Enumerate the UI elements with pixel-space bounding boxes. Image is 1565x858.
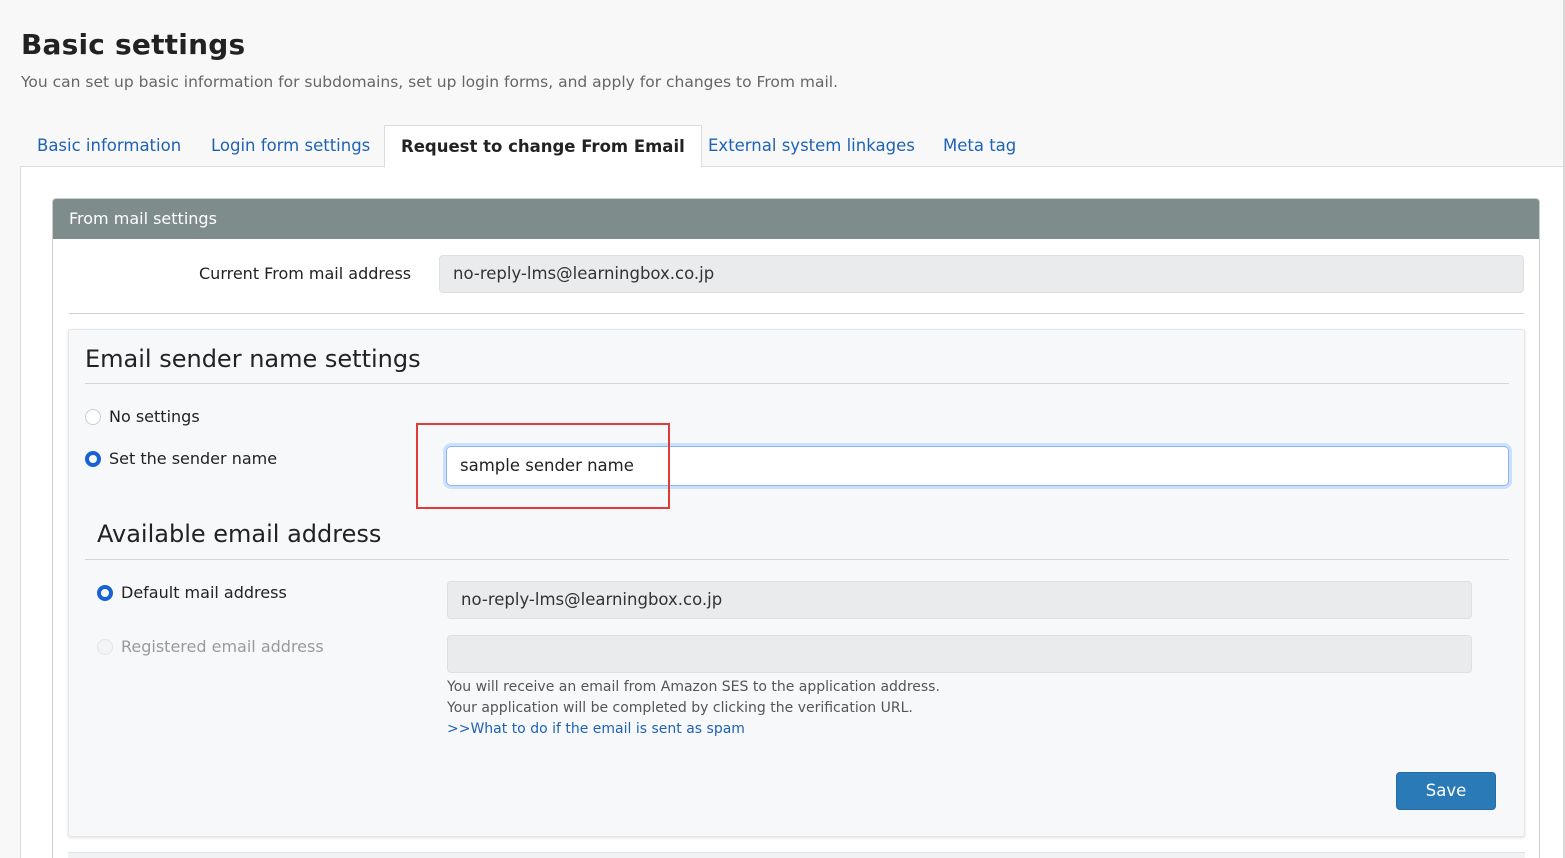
radio-label-no-settings: No settings bbox=[109, 407, 200, 426]
radio-set-sender-name[interactable]: Set the sender name bbox=[85, 449, 277, 468]
radio-button-checked[interactable] bbox=[85, 450, 101, 467]
available-address-section-title: Available email address bbox=[97, 520, 382, 548]
tab-basic-information[interactable]: Basic information bbox=[37, 125, 181, 167]
spam-help-link[interactable]: >>What to do if the email is sent as spa… bbox=[447, 721, 745, 737]
radio-default-mail-address[interactable]: Default mail address bbox=[97, 583, 287, 602]
section-divider bbox=[69, 313, 1524, 314]
tab-login-form-settings[interactable]: Login form settings bbox=[211, 125, 370, 167]
page-title: Basic settings bbox=[21, 28, 246, 61]
help-text-line-2: Your application will be completed by cl… bbox=[447, 700, 913, 716]
radio-button-disabled bbox=[97, 638, 113, 655]
radio-label-default-mail: Default mail address bbox=[121, 583, 287, 602]
page-description: You can set up basic information for sub… bbox=[21, 73, 838, 91]
registered-email-address-field bbox=[447, 635, 1472, 673]
radio-button-checked[interactable] bbox=[97, 584, 113, 601]
available-address-title-rule bbox=[85, 559, 1509, 560]
tab-external-system-linkages[interactable]: External system linkages bbox=[708, 125, 915, 167]
panel-header: From mail settings bbox=[53, 199, 1539, 239]
settings-tabs: Basic information Login form settings Re… bbox=[20, 125, 1565, 168]
current-from-label: Current From mail address bbox=[199, 264, 412, 283]
sender-name-section-title: Email sender name settings bbox=[85, 345, 421, 373]
radio-button-unchecked[interactable] bbox=[85, 408, 101, 425]
sender-name-title-rule bbox=[85, 383, 1509, 384]
tab-meta-tag[interactable]: Meta tag bbox=[943, 125, 1016, 167]
radio-label-set-sender-name: Set the sender name bbox=[109, 449, 278, 468]
sender-name-input[interactable]: sample sender name bbox=[446, 446, 1509, 486]
current-from-field: no-reply-lms@learningbox.co.jp bbox=[439, 255, 1524, 293]
radio-registered-email-address: Registered email address bbox=[97, 637, 324, 656]
radio-label-registered-email: Registered email address bbox=[121, 637, 324, 656]
tab-request-change-from-email[interactable]: Request to change From Email bbox=[384, 125, 702, 168]
default-mail-address-field: no-reply-lms@learningbox.co.jp bbox=[447, 581, 1472, 619]
next-card-edge bbox=[68, 852, 1525, 858]
radio-no-settings[interactable]: No settings bbox=[85, 407, 200, 426]
save-button[interactable]: Save bbox=[1396, 772, 1496, 810]
help-text-line-1: You will receive an email from Amazon SE… bbox=[447, 679, 940, 695]
